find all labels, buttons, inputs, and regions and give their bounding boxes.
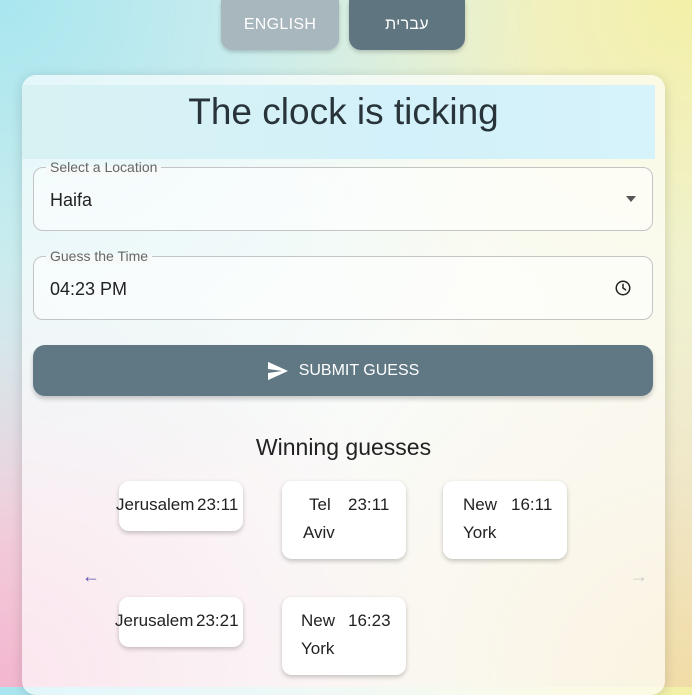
guess-card: New York 16:23 [282,597,406,675]
time-label: Guess the Time [46,248,153,264]
english-button[interactable]: ENGLISH [221,0,339,50]
guess-city-line1: New [301,611,336,630]
submit-label: SUBMIT GUESS [298,361,420,379]
guess-card: Jerusalem 23:21 [115,597,243,647]
guess-time: 23:21 [196,611,239,630]
guess-city-line1: Tel [309,495,331,514]
location-value: Haifa [50,190,93,210]
guess-time: 16:11 [511,495,553,514]
clock-icon[interactable] [614,279,632,297]
chevron-down-icon[interactable] [626,196,636,202]
guess-time: 23:11 [348,495,390,514]
guess-city: Jerusalem [115,611,194,630]
time-input[interactable]: Guess the Time 04:23 PM [33,248,653,320]
send-icon [267,361,288,380]
guess-city-line2: Aviv [303,523,335,542]
guess-card: New York 16:11 [443,481,567,559]
language-switch: ENGLISH עברית [221,0,465,50]
location-label: Select a Location [46,159,162,175]
guess-city-line2: York [301,639,335,658]
guess-city: Jerusalem [116,495,195,514]
guess-time: 23:11 [197,495,239,514]
location-select[interactable]: Select a Location Haifa [33,159,653,231]
guess-city-line2: York [463,523,497,542]
hebrew-button[interactable]: עברית [349,0,465,50]
guess-city-line1: New [463,495,498,514]
previous-arrow-icon[interactable]: ← [82,566,100,587]
winning-guesses-title: Winning guesses [255,434,432,460]
guess-card: Jerusalem 23:11 [116,481,243,531]
guess-card: Tel Aviv 23:11 [282,481,406,559]
game-card: The clock is ticking Select a Location H… [22,75,665,695]
next-arrow-icon[interactable]: → [630,566,648,587]
guess-time: 16:23 [348,611,391,630]
time-value: 04:23 PM [50,279,128,299]
submit-guess-button[interactable]: SUBMIT GUESS [33,345,653,396]
page-title: The clock is ticking [188,91,499,132]
